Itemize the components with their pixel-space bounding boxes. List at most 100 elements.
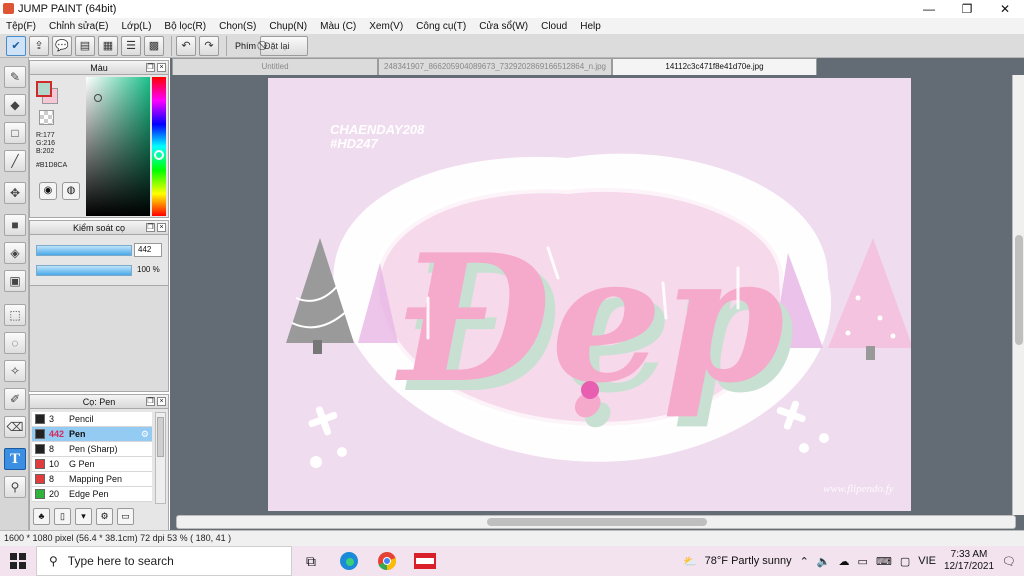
pen-item[interactable]: 10 G Pen (32, 457, 152, 472)
menu-window[interactable]: Cửa sổ(W) (479, 21, 528, 32)
message-icon[interactable]: ▤ (75, 35, 95, 56)
float-icon[interactable]: ❐ (146, 397, 155, 406)
eraser-icon[interactable]: ◆ (4, 94, 26, 116)
vertical-scroll-thumb[interactable] (1015, 235, 1023, 345)
chrome-browser-icon[interactable] (368, 546, 406, 576)
close-panel-icon[interactable]: × (157, 223, 166, 232)
keyboard-icon[interactable]: ⌨ (876, 555, 892, 568)
grid-icon[interactable]: ▩ (144, 35, 164, 56)
chevron-up-icon[interactable]: ⌃ (800, 555, 809, 568)
hue-slider[interactable] (152, 77, 166, 216)
watermark: www.flipendo.fy (823, 483, 894, 495)
restore-button[interactable]: ❐ (948, 0, 986, 18)
pen-item[interactable]: 20 Edge Pen (32, 487, 152, 502)
pen-item[interactable]: 8 Mapping Pen (32, 472, 152, 487)
hue-cursor[interactable] (154, 150, 164, 160)
close-button[interactable]: ✕ (986, 0, 1024, 18)
magic-wand-icon[interactable]: ✧ (4, 360, 26, 382)
vertical-scrollbar[interactable] (1012, 75, 1024, 515)
brush-size-value[interactable]: 442 (134, 243, 162, 257)
list-icon[interactable]: ☰ (121, 35, 141, 56)
menu-capture[interactable]: Chụp(N) (269, 21, 307, 32)
pen-panel-header: Cọ: Pen ❐ × (30, 395, 168, 409)
windows-start-icon[interactable] (0, 546, 36, 576)
edge-browser-icon[interactable] (330, 546, 368, 576)
share-icon[interactable]: ⇪ (29, 35, 49, 56)
select-rect-icon[interactable]: ⬚ (4, 304, 26, 326)
close-panel-icon[interactable]: × (157, 63, 166, 72)
brush-menu-icon[interactable]: ▾ (75, 508, 92, 525)
menu-help[interactable]: Help (580, 21, 601, 32)
pen-item[interactable]: 8 Pen (Sharp) (32, 442, 152, 457)
display-icon[interactable]: ▢ (900, 555, 910, 568)
tab-untitled[interactable]: Untitled (172, 58, 378, 75)
notification-icon[interactable]: 🗨 (1002, 555, 1016, 568)
pen-list-scrollbar[interactable] (155, 412, 166, 504)
taskbar-search[interactable]: ⚲ Type here to search (36, 546, 292, 576)
float-icon[interactable]: ❐ (146, 63, 155, 72)
saturation-value-picker[interactable] (86, 77, 150, 216)
fill-rect-icon[interactable]: ■ (4, 214, 26, 236)
clock[interactable]: 7:33 AM 12/17/2021 (944, 549, 994, 573)
tab-image-2[interactable]: 14112c3c471f8e41d70e.jpg (612, 58, 817, 75)
pen-color-swatch (35, 459, 45, 469)
menu-cloud[interactable]: Cloud (541, 21, 567, 32)
cloud-icon[interactable]: ☁ (839, 555, 850, 568)
tab-image-1[interactable]: 248341907_866205904089673_73292028691665… (378, 58, 612, 75)
pen-panel-actions: ♣ ▯ ▾ ⚙ ▭ (33, 508, 138, 525)
menu-tools[interactable]: Công cụ(T) (416, 21, 466, 32)
menu-layer[interactable]: Lớp(L) (122, 21, 152, 32)
float-icon[interactable]: ❐ (146, 223, 155, 232)
transparent-swatch[interactable] (39, 110, 54, 125)
jump-paint-taskbar-icon[interactable] (406, 546, 444, 576)
brush-size-slider[interactable] (36, 245, 132, 256)
check-icon[interactable]: ✔ (6, 35, 26, 56)
menu-color[interactable]: Màu (C) (320, 21, 356, 32)
minimize-button[interactable]: — (910, 0, 948, 18)
menu-select[interactable]: Chọn(S) (219, 21, 256, 32)
pen-item[interactable]: 3 Pencil (32, 412, 152, 427)
line-icon[interactable]: ╱ (4, 150, 26, 172)
undo-icon[interactable]: ↶ (176, 35, 196, 56)
menu-filter[interactable]: Bộ lọc(R) (164, 21, 206, 32)
select-eraser-icon[interactable]: ⌫ (4, 416, 26, 438)
speaker-icon[interactable]: 🔈 (817, 555, 831, 568)
eyedropper-icon[interactable]: ⚲ (4, 476, 26, 498)
folder-icon[interactable]: ▭ (117, 508, 134, 525)
comment-icon[interactable]: 💬 (52, 35, 72, 56)
weather-icon[interactable]: ⛅ (683, 555, 697, 568)
menu-view[interactable]: Xem(V) (369, 21, 403, 32)
rectangle-icon[interactable]: □ (4, 122, 26, 144)
horizontal-scrollbar[interactable] (176, 515, 1016, 529)
gear-icon[interactable]: ⚙ (141, 429, 149, 440)
menu-file[interactable]: Tệp(F) (6, 21, 36, 32)
menu-edit[interactable]: Chỉnh sửa(E) (49, 21, 109, 32)
foreground-color-swatch[interactable] (36, 81, 52, 97)
brush-icon[interactable]: ✎ (4, 66, 26, 88)
new-brush-icon[interactable]: ▯ (54, 508, 71, 525)
title-bar: JUMP PAINT (64bit) — ❐ ✕ (0, 0, 1024, 18)
gradient-icon[interactable]: ▣ (4, 270, 26, 292)
brush-add-icon[interactable]: ♣ (33, 508, 50, 525)
document-icon[interactable]: ▦ (98, 35, 118, 56)
drawing-canvas[interactable]: CHAENDAY208 #HD247 Đẹp Đẹp www.flipendo.… (268, 78, 911, 511)
task-view-icon[interactable]: ⧉ (292, 546, 330, 576)
palette-picker-icon[interactable]: ◍ (62, 182, 80, 200)
weather-text[interactable]: 78°F Partly sunny (705, 555, 792, 567)
close-panel-icon[interactable]: × (157, 397, 166, 406)
move-icon[interactable]: ✥ (4, 182, 26, 204)
brush-opacity-slider[interactable] (36, 265, 132, 276)
network-icon[interactable]: ▭ (858, 555, 868, 568)
pen-item-selected[interactable]: 442 Pen ⚙ (32, 427, 152, 442)
bucket-icon[interactable]: ◈ (4, 242, 26, 264)
brush-settings-icon[interactable]: ⚙ (96, 508, 113, 525)
language-indicator[interactable]: VIE (918, 555, 936, 567)
text-tool-icon[interactable]: T (4, 448, 26, 470)
lasso-icon[interactable]: ◌ (4, 332, 26, 354)
select-pen-icon[interactable]: ✐ (4, 388, 26, 410)
palette-icon[interactable]: ◉ (39, 182, 57, 200)
redo-icon[interactable]: ↷ (199, 35, 219, 56)
horizontal-scroll-thumb[interactable] (487, 518, 707, 526)
reset-button[interactable]: ⃠Đặt lại (260, 35, 309, 56)
sv-cursor[interactable] (94, 94, 102, 102)
